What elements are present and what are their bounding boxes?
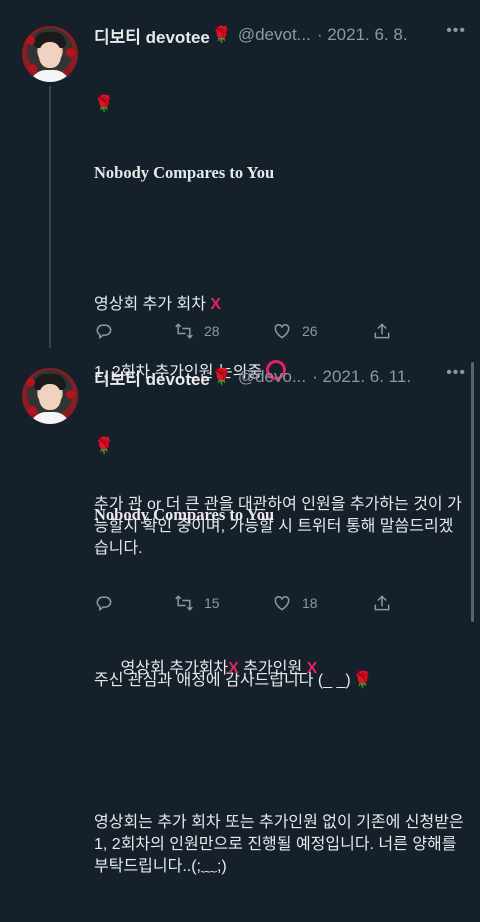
share-icon xyxy=(374,595,390,611)
tweet-title: Nobody Compares to You xyxy=(94,505,275,524)
tweet-text: 🌹 Nobody Compares to You 영상회 추가회차X 추가인원 … xyxy=(94,392,466,922)
reply-button[interactable] xyxy=(94,321,174,341)
tweet-2[interactable]: 디보티 devotee 🌹 @devo... · 2021. 6. 11. ••… xyxy=(0,350,480,875)
avatar[interactable] xyxy=(22,26,78,82)
like-button[interactable]: 18 xyxy=(272,593,372,613)
cross-mark-icon: X xyxy=(306,660,318,677)
retweet-button[interactable]: 28 xyxy=(174,321,272,341)
rose-emoji: 🌹 xyxy=(94,96,114,113)
retweet-icon xyxy=(175,323,193,339)
avatar[interactable] xyxy=(22,368,78,424)
reply-button[interactable] xyxy=(94,593,174,613)
scrollbar[interactable] xyxy=(471,362,474,622)
timestamp[interactable]: · 2021. 6. 11. xyxy=(312,367,411,387)
retweet-button[interactable]: 15 xyxy=(174,593,272,613)
handle[interactable]: @devot... xyxy=(238,25,311,45)
rose-emoji: 🌹 xyxy=(94,438,114,455)
line-extra-session: 영상회 추가회차 xyxy=(120,660,229,677)
tweet-actions: 28 26 xyxy=(94,320,414,342)
thread-line xyxy=(49,86,51,348)
line-extra-people: 추가인원 xyxy=(238,660,307,677)
share-button[interactable] xyxy=(372,321,392,341)
tweet-1[interactable]: 디보티 devotee 🌹 @devot... · 2021. 6. 8. ••… xyxy=(0,0,480,689)
like-count: 18 xyxy=(302,595,318,611)
rose-emoji: 🌹 xyxy=(211,27,232,44)
tweet-title: Nobody Compares to You xyxy=(94,163,275,182)
display-name[interactable]: 디보티 devotee xyxy=(94,365,210,390)
more-icon[interactable]: ••• xyxy=(446,364,466,382)
retweet-count: 15 xyxy=(204,595,220,611)
reply-icon xyxy=(96,324,112,340)
timestamp[interactable]: · 2021. 6. 8. xyxy=(317,25,408,45)
retweet-icon xyxy=(175,595,193,611)
retweet-count: 28 xyxy=(204,323,220,339)
tweet-actions: 15 18 xyxy=(94,592,414,614)
paragraph-1: 영상회는 추가 회차 또는 추가인원 없이 기존에 신청받은 1, 2회차의 인… xyxy=(94,814,469,875)
reply-icon xyxy=(96,596,112,612)
display-name[interactable]: 디보티 devotee xyxy=(94,23,210,48)
share-button[interactable] xyxy=(372,593,392,613)
tweet-header: 디보티 devotee 🌹 @devot... · 2021. 6. 8. ••… xyxy=(94,22,466,48)
cross-mark-icon: X xyxy=(210,296,222,313)
like-icon xyxy=(274,595,290,611)
cross-mark-icon: X xyxy=(228,660,239,677)
tweet-header: 디보티 devotee 🌹 @devo... · 2021. 6. 11. ••… xyxy=(94,364,466,390)
share-icon xyxy=(374,323,390,339)
line-extra-session: 영상회 추가 회차 xyxy=(94,296,206,313)
like-count: 26 xyxy=(302,323,318,339)
more-icon[interactable]: ••• xyxy=(446,22,466,40)
like-button[interactable]: 26 xyxy=(272,321,372,341)
handle[interactable]: @devo... xyxy=(238,367,306,387)
rose-emoji: 🌹 xyxy=(211,369,232,386)
like-icon xyxy=(274,323,290,339)
